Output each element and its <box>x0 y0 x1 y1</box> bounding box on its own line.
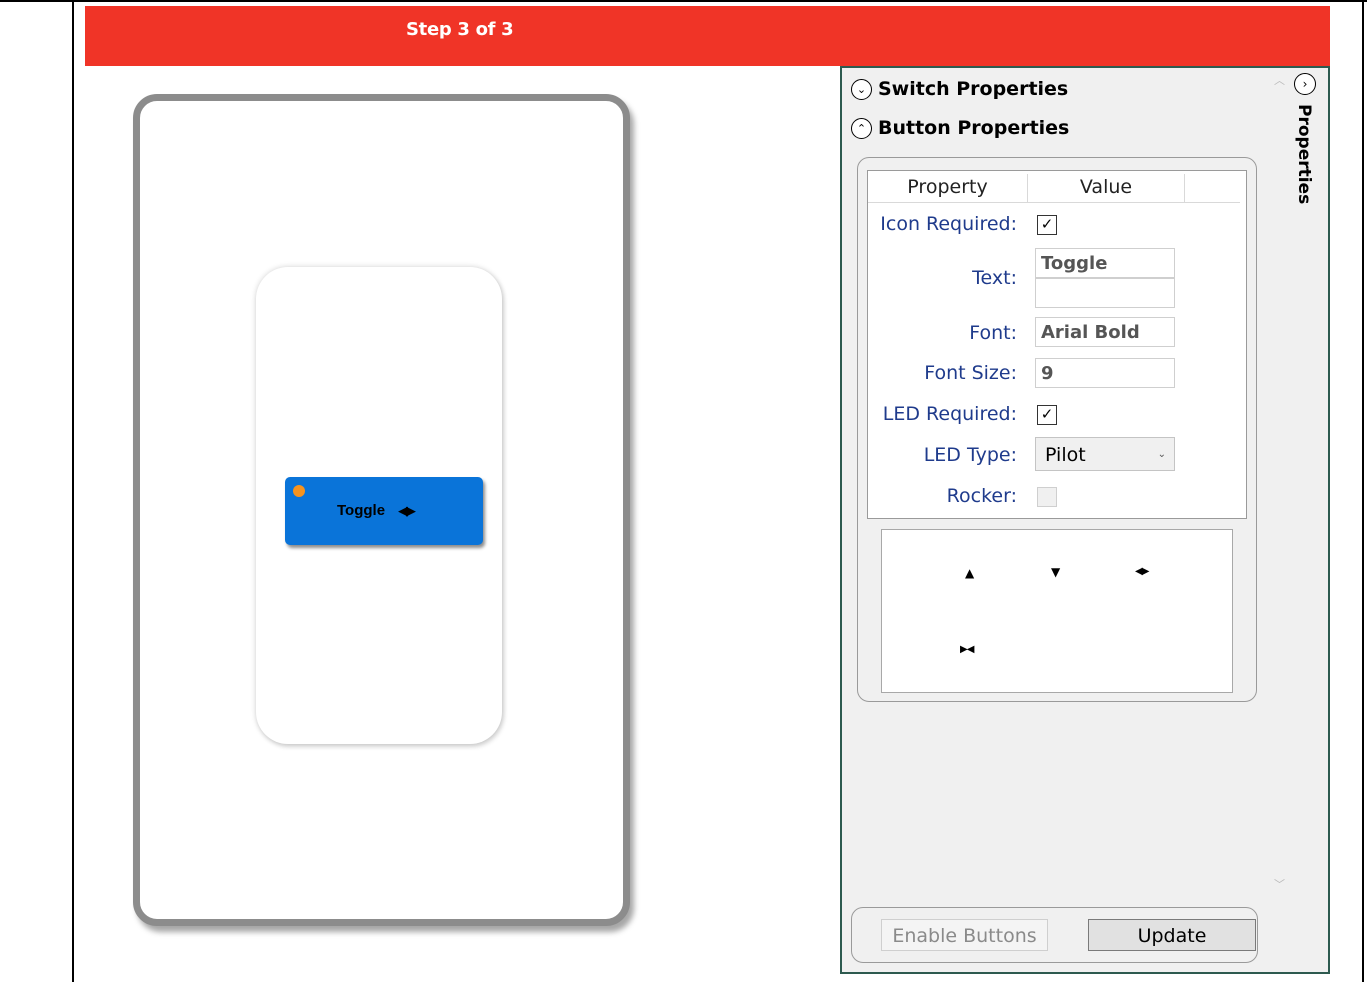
font-input[interactable]: Arial Bold <box>1035 317 1175 347</box>
step-title: Step 3 of 3 <box>406 19 514 40</box>
frame-left-border <box>72 0 74 982</box>
header-property: Property <box>907 176 988 198</box>
scroll-down-icon[interactable]: ﹀ <box>1274 876 1285 892</box>
collapse-panel-icon[interactable]: › <box>1294 73 1316 95</box>
left-right-arrows-icon: ◀▶ <box>398 504 416 519</box>
enable-buttons-button[interactable]: Enable Buttons <box>881 919 1048 951</box>
scroll-up-icon[interactable]: ︿ <box>1274 72 1285 88</box>
arrows-inward-icon[interactable]: ▶◀ <box>960 644 974 655</box>
header-value: Value <box>1079 176 1133 198</box>
frame-right-border <box>1362 0 1364 982</box>
step-banner <box>85 6 1330 66</box>
icon-required-label: Icon Required: <box>880 213 1017 235</box>
text-line1-input[interactable]: Toggle <box>1035 248 1175 278</box>
section-label: Switch Properties <box>878 78 1069 100</box>
section-switch-properties[interactable]: ⌄ Switch Properties <box>851 78 1068 100</box>
update-button[interactable]: Update <box>1088 919 1256 951</box>
font-size-input[interactable]: 9 <box>1035 358 1175 388</box>
section-label: Button Properties <box>878 117 1070 139</box>
led-indicator <box>293 485 305 497</box>
section-button-properties[interactable]: ⌃ Button Properties <box>851 117 1069 139</box>
preview-button-label: Toggle <box>337 502 386 519</box>
header-divider <box>1184 174 1185 202</box>
chevron-down-icon: ⌄ <box>851 78 872 100</box>
properties-side-title[interactable]: Properties <box>1294 104 1314 204</box>
font-label: Font: <box>969 322 1017 344</box>
led-required-label: LED Required: <box>882 403 1017 425</box>
preview-button[interactable]: Toggle ◀▶ <box>285 477 483 545</box>
led-required-checkbox[interactable]: ✓ <box>1037 405 1057 425</box>
led-type-value: Pilot <box>1045 444 1086 466</box>
text-line2-input[interactable] <box>1035 278 1175 308</box>
rocker-label: Rocker: <box>946 485 1017 507</box>
chevron-up-icon: ⌃ <box>851 117 872 139</box>
chevron-down-icon: ⌄ <box>1157 449 1166 460</box>
arrow-down-icon[interactable]: ▼ <box>1051 565 1060 579</box>
icon-required-checkbox[interactable]: ✓ <box>1037 215 1057 235</box>
rocker-checkbox <box>1037 487 1057 507</box>
font-size-label: Font Size: <box>924 362 1017 384</box>
icon-picker: ▲ ▼ ◀▶ ▶◀ <box>881 529 1233 693</box>
arrows-outward-icon[interactable]: ◀▶ <box>1135 566 1149 577</box>
grid-header: Property Value <box>868 171 1240 203</box>
led-type-select[interactable]: Pilot ⌄ <box>1035 437 1175 471</box>
arrow-up-icon[interactable]: ▲ <box>965 566 974 580</box>
text-label: Text: <box>972 267 1017 289</box>
frame-top-border <box>0 0 1367 2</box>
led-type-label: LED Type: <box>923 444 1017 466</box>
